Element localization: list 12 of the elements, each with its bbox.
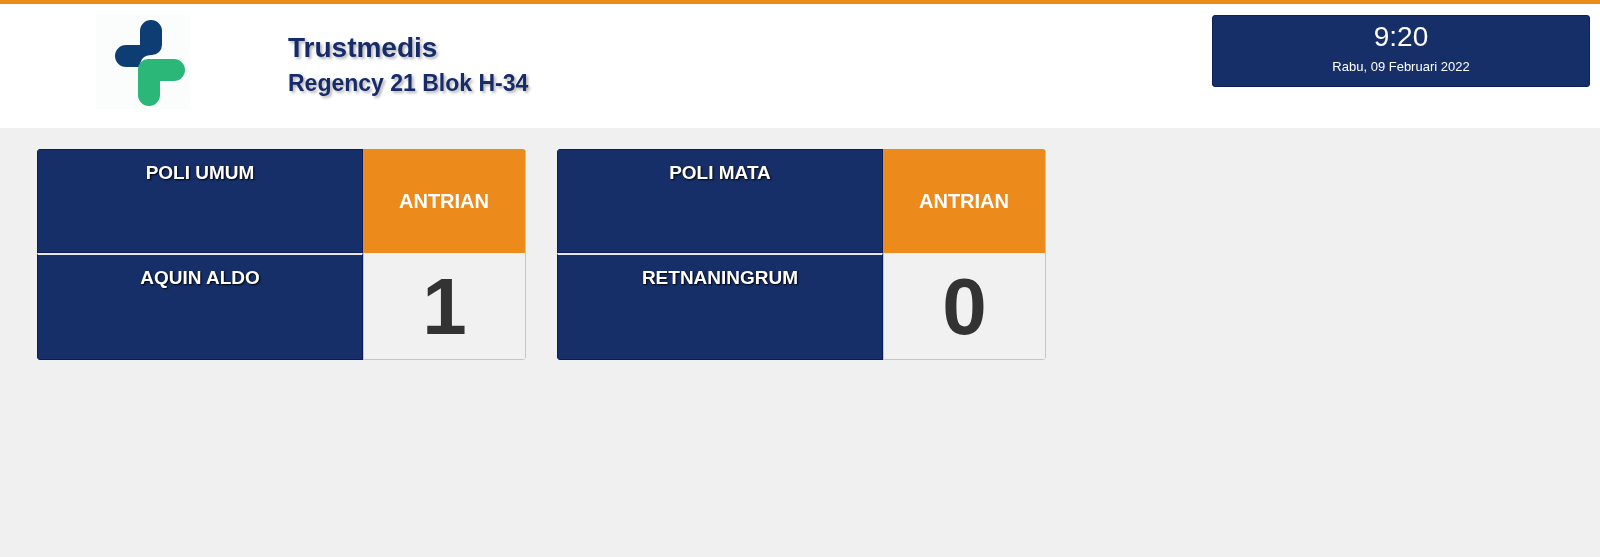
clock-time: 9:20 <box>1373 21 1429 53</box>
poli-name: POLI MATA <box>557 149 883 253</box>
queue-label: ANTRIAN <box>883 149 1046 253</box>
queue-number: 1 <box>363 253 526 360</box>
app-title: Trustmedis <box>288 32 439 64</box>
queue-number: 0 <box>883 253 1046 360</box>
doctor-name: RETNANINGRUM <box>557 253 883 360</box>
doctor-name: AQUIN ALDO <box>37 253 363 360</box>
address-text: Regency 21 Blok H-34 <box>288 70 529 97</box>
poli-name: POLI UMUM <box>37 149 363 253</box>
clock-date: Rabu, 09 Februari 2022 <box>1332 59 1470 74</box>
queue-label: ANTRIAN <box>363 149 526 253</box>
